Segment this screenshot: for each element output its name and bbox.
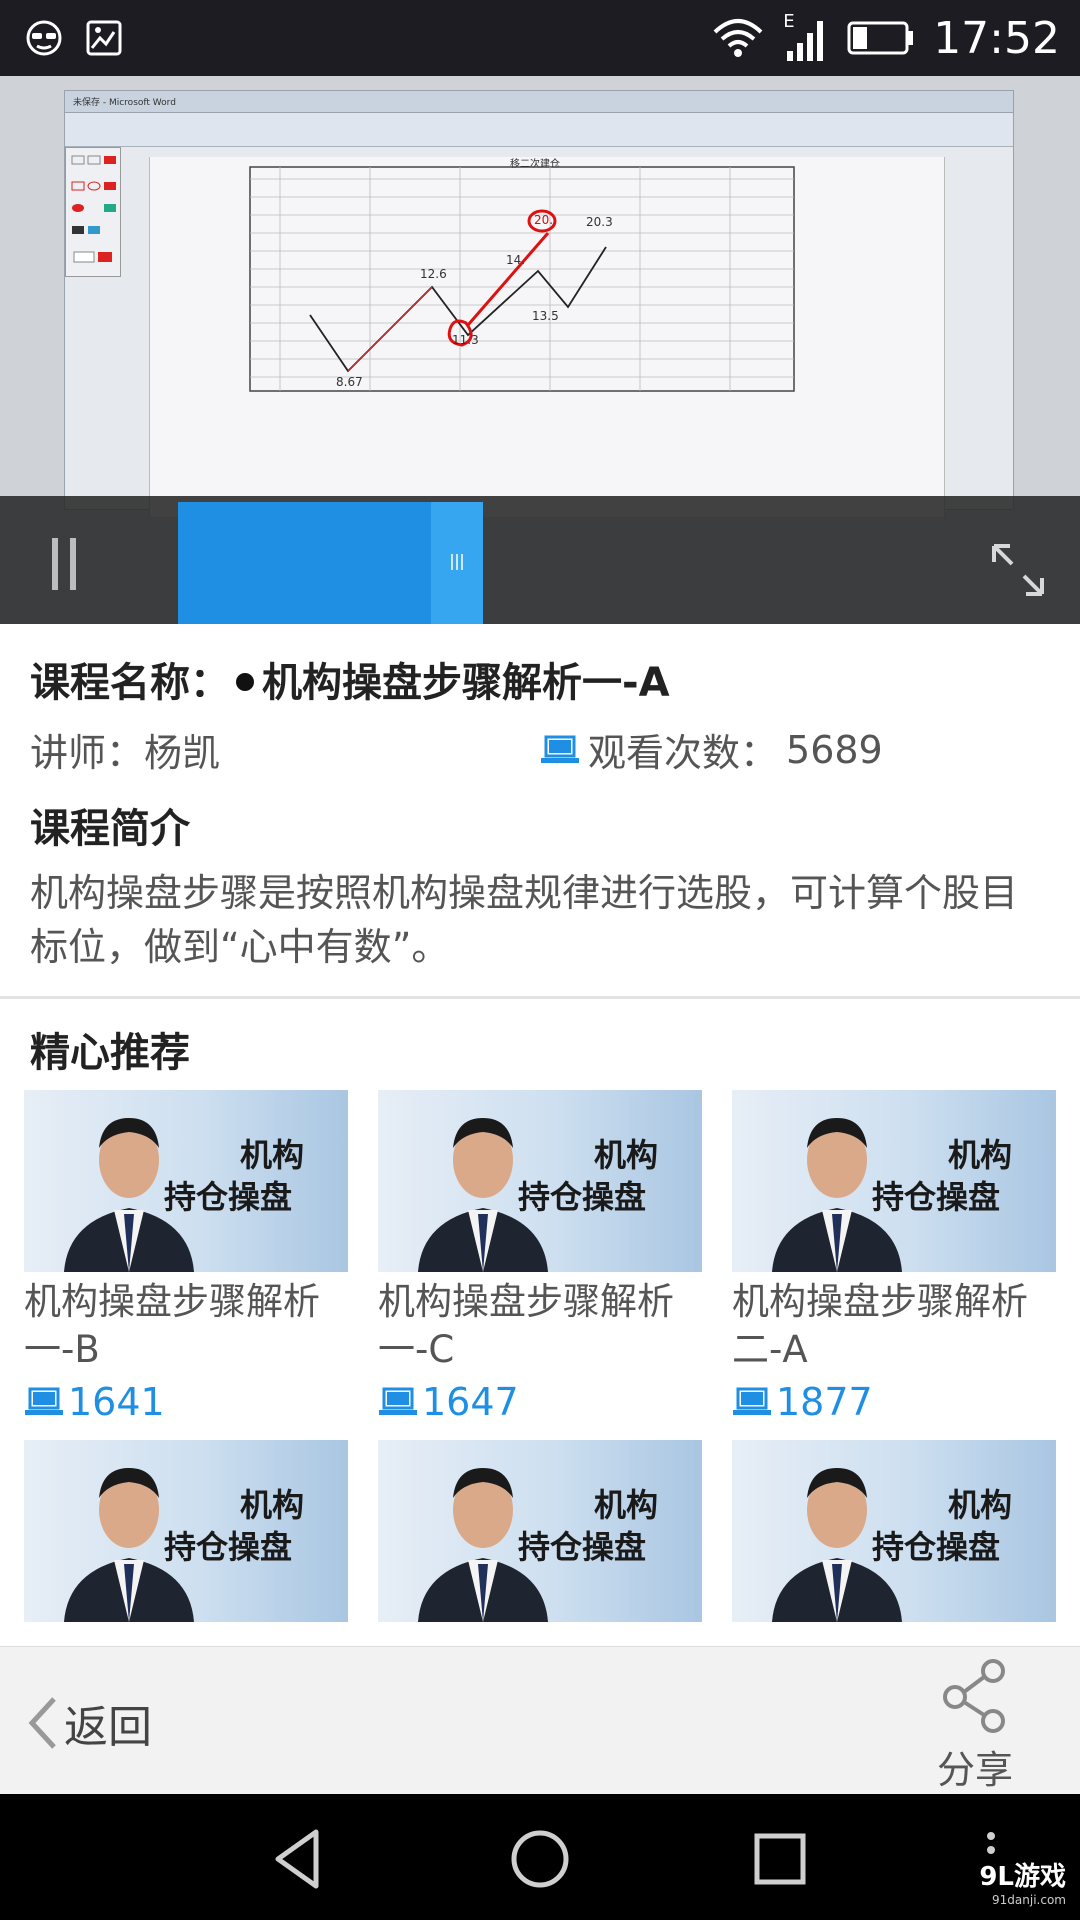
thumbnail-caption-line1: 机构 [594, 1486, 659, 1524]
signal-indicator: E [783, 11, 829, 63]
thumbnail-caption: 机构持仓操盘 [164, 1484, 304, 1568]
laptop-icon [379, 1387, 417, 1415]
course-thumbnail: 机构持仓操盘 [378, 1090, 702, 1272]
recommendation-card[interactable]: 机构持仓操盘机构操盘步骤解析二-A 1877 [732, 1090, 1056, 1424]
views-value: 5689 [786, 727, 883, 772]
thumbnail-caption-line1: 机构 [240, 1486, 305, 1524]
thumbnail-caption-line1: 机构 [240, 1136, 305, 1174]
grip-icon [451, 554, 463, 570]
back-label: 返回 [64, 1702, 152, 1753]
progress-handle[interactable] [431, 502, 483, 624]
chart-label-f: 13.5 [532, 309, 559, 323]
video-controls [0, 496, 1080, 624]
home-nav-icon[interactable] [505, 1824, 575, 1894]
intro-heading: 课程简介 [30, 806, 190, 852]
laptop-icon [25, 1387, 63, 1415]
recents-nav-icon[interactable] [745, 1824, 815, 1894]
bullet-icon [236, 673, 254, 691]
chart-heading: 移二次建仓 [510, 159, 560, 170]
share-icon [943, 1659, 1005, 1733]
chart-label-e: 14. [506, 253, 526, 267]
share-label: 分享 [936, 1748, 1013, 1792]
chart-label-low: 8.67 [336, 375, 363, 389]
card-view-count: 1647 [378, 1380, 702, 1424]
card-title: 机构操盘步骤解析一-C [378, 1280, 674, 1371]
thumbnail-caption: 机构持仓操盘 [164, 1134, 304, 1218]
divider [0, 996, 1080, 999]
laptop-icon [733, 1387, 771, 1415]
thumbnail-caption: 机构持仓操盘 [518, 1484, 658, 1568]
thumbnail-caption-line2: 持仓操盘 [872, 1178, 1001, 1216]
course-title-prefix: 课程名称： [30, 660, 230, 706]
thumbnail-caption-line2: 持仓操盘 [872, 1528, 1001, 1566]
thumbnail-caption-line2: 持仓操盘 [518, 1178, 647, 1216]
network-type-label: E [783, 11, 795, 32]
thumbnail-caption: 机构持仓操盘 [518, 1134, 658, 1218]
chart-label-mid: 12.6 [420, 267, 447, 281]
bottom-bar: 返回 分享 [0, 1646, 1080, 1794]
thumbnail-caption-line2: 持仓操盘 [164, 1528, 293, 1566]
incognito-icon [26, 20, 62, 56]
palette-tools-icon [71, 155, 116, 263]
video-progress-bar[interactable] [178, 502, 431, 624]
watermark-logo: 9L游戏 91danji.com [979, 1856, 1066, 1907]
battery-icon [847, 21, 914, 55]
view-count: 观看次数： 5689 [540, 722, 883, 777]
video-drawing-palette [65, 147, 121, 277]
chart-sketch [249, 166, 795, 392]
back-nav-icon[interactable] [264, 1824, 334, 1894]
chevron-left-icon [28, 1697, 56, 1749]
share-button[interactable]: 分享 [920, 1657, 1030, 1794]
thumbnail-caption-line1: 机构 [948, 1486, 1013, 1524]
pause-button[interactable] [44, 538, 84, 594]
recommendation-card[interactable]: 机构持仓操盘机构操盘步骤解析一-C 1647 [378, 1090, 702, 1424]
course-thumbnail: 机构持仓操盘 [378, 1440, 702, 1622]
thumbnail-caption: 机构持仓操盘 [872, 1134, 1012, 1218]
video-frame: 未保存 - Microsoft Word 移二次建仓 8.67 12.6 11.… [64, 90, 1014, 517]
thumbnail-caption-line2: 持仓操盘 [518, 1528, 647, 1566]
back-button[interactable]: 返回 [26, 1691, 152, 1755]
card-title: 机构操盘步骤解析一-B [24, 1280, 320, 1371]
fullscreen-icon[interactable] [990, 542, 1046, 598]
clock: 17:52 [933, 12, 1060, 64]
recommendations-heading: 精心推荐 [30, 1030, 190, 1076]
video-doc-titlebar: 未保存 - Microsoft Word [65, 91, 1013, 113]
thumbnail-caption: 机构持仓操盘 [872, 1484, 1012, 1568]
course-thumbnail: 机构持仓操盘 [732, 1440, 1056, 1622]
recommendation-card[interactable]: 机构持仓操盘机构操盘步骤解析一-B 1641 [24, 1090, 348, 1424]
thumbnail-caption-line1: 机构 [948, 1136, 1013, 1174]
card-view-count: 1877 [732, 1380, 1056, 1424]
watermark-brand: 9L游戏 [979, 1862, 1066, 1892]
watermark-site: 91danji.com [992, 1893, 1066, 1907]
system-nav-bar [0, 1794, 1080, 1920]
card-title: 机构操盘步骤解析二-A [732, 1280, 1028, 1371]
course-title: 课程名称： 机构操盘步骤解析一-A [30, 650, 670, 708]
pause-icon-bar [70, 538, 76, 590]
status-bar: E 17:52 [0, 0, 1080, 76]
video-doc-page: 移二次建仓 8.67 12.6 11.3 20. 20.3 14. 13.5 [149, 157, 945, 517]
views-label: 观看次数： [588, 731, 779, 775]
thumbnail-caption-line1: 机构 [594, 1136, 659, 1174]
video-doc-toolbar [65, 113, 1013, 147]
chart-label-peak: 20. [534, 213, 554, 227]
laptop-icon [541, 735, 579, 763]
course-thumbnail: 机构持仓操盘 [732, 1090, 1056, 1272]
image-icon [86, 20, 122, 56]
course-thumbnail: 机构持仓操盘 [24, 1090, 348, 1272]
card-views-value: 1641 [68, 1380, 165, 1424]
instructor: 讲师：杨凯 [30, 731, 221, 775]
chart-label-dip: 11.3 [452, 333, 479, 347]
video-player[interactable]: 未保存 - Microsoft Word 移二次建仓 8.67 12.6 11.… [0, 76, 1080, 624]
course-thumbnail: 机构持仓操盘 [24, 1440, 348, 1622]
card-views-value: 1647 [422, 1380, 519, 1424]
thumbnail-caption-line2: 持仓操盘 [164, 1178, 293, 1216]
intro-text: 机构操盘步骤是按照机构操盘规律进行选股，可计算个股目标位，做到“心中有数”。 [30, 871, 1019, 969]
chart-label-top: 20.3 [586, 215, 613, 229]
card-views-value: 1877 [776, 1380, 873, 1424]
card-view-count: 1641 [24, 1380, 348, 1424]
course-title-text: 机构操盘步骤解析一-A [262, 660, 670, 706]
wifi-icon [713, 19, 763, 57]
pause-icon [52, 538, 58, 590]
